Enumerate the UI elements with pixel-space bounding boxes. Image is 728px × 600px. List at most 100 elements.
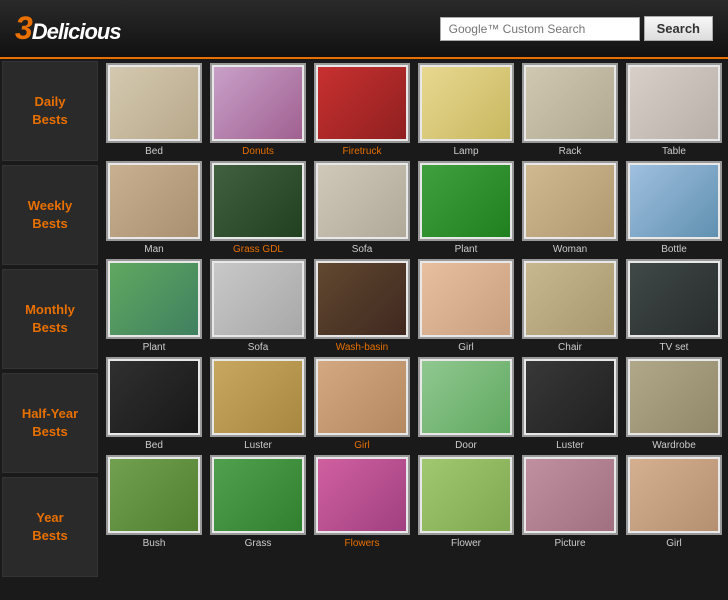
- grid-thumbnail[interactable]: [626, 161, 722, 241]
- grid-thumbnail[interactable]: [106, 63, 202, 143]
- grid-thumbnail[interactable]: [522, 357, 618, 437]
- grid-thumbnail[interactable]: [314, 455, 410, 535]
- thumbnail-image: [422, 165, 510, 237]
- grid-row-2: Plant Sofa Wash-basin Girl Chair TV set: [104, 259, 724, 353]
- list-item: Lamp: [416, 63, 516, 157]
- grid-item-label[interactable]: Plant: [143, 342, 166, 353]
- grid-item-label[interactable]: Bed: [145, 146, 163, 157]
- grid-item-label[interactable]: Door: [455, 440, 477, 451]
- grid-thumbnail[interactable]: [626, 63, 722, 143]
- sidebar-item-daily[interactable]: DailyBests: [2, 61, 98, 161]
- grid-thumbnail[interactable]: [522, 63, 618, 143]
- thumbnail-image: [214, 459, 302, 531]
- thumbnail-image: [318, 67, 406, 139]
- grid-item-label[interactable]: Table: [662, 146, 686, 157]
- grid-area: Bed Donuts Firetruck Lamp Rack Table Man Grass …: [100, 59, 728, 579]
- grid-item-label[interactable]: Donuts: [242, 146, 274, 157]
- search-input[interactable]: [440, 17, 640, 41]
- grid-thumbnail[interactable]: [210, 455, 306, 535]
- grid-thumbnail[interactable]: [418, 259, 514, 339]
- grid-item-label[interactable]: Grass: [245, 538, 272, 549]
- grid-thumbnail[interactable]: [106, 161, 202, 241]
- grid-thumbnail[interactable]: [522, 161, 618, 241]
- list-item: Girl: [416, 259, 516, 353]
- list-item: Bottle: [624, 161, 724, 255]
- grid-row-3: Bed Luster Girl Door Luster Wardrobe: [104, 357, 724, 451]
- grid-thumbnail[interactable]: [314, 161, 410, 241]
- logo[interactable]: 3Delicious: [15, 10, 121, 47]
- sidebar-label-year: YearBests: [32, 509, 67, 545]
- grid-item-label[interactable]: Plant: [455, 244, 478, 255]
- sidebar-item-halfyear[interactable]: Half-YearBests: [2, 373, 98, 473]
- grid-thumbnail[interactable]: [522, 259, 618, 339]
- grid-item-label[interactable]: Man: [144, 244, 163, 255]
- grid-item-label[interactable]: Grass GDL: [233, 244, 283, 255]
- grid-item-label[interactable]: Girl: [354, 440, 370, 451]
- grid-thumbnail[interactable]: [106, 455, 202, 535]
- sidebar-item-monthly[interactable]: MonthlyBests: [2, 269, 98, 369]
- grid-item-label[interactable]: TV set: [660, 342, 689, 353]
- sidebar-item-year[interactable]: YearBests: [2, 477, 98, 577]
- grid-thumbnail[interactable]: [626, 259, 722, 339]
- grid-item-label[interactable]: Sofa: [352, 244, 373, 255]
- grid-thumbnail[interactable]: [418, 357, 514, 437]
- list-item: Grass: [208, 455, 308, 549]
- search-button[interactable]: Search: [644, 16, 713, 41]
- grid-item-label[interactable]: Sofa: [248, 342, 269, 353]
- grid-item-label[interactable]: Girl: [666, 538, 682, 549]
- thumbnail-image: [526, 459, 614, 531]
- grid-thumbnail[interactable]: [314, 63, 410, 143]
- grid-item-label[interactable]: Luster: [556, 440, 584, 451]
- grid-item-label[interactable]: Bed: [145, 440, 163, 451]
- header: 3Delicious Search: [0, 0, 728, 59]
- sidebar-item-weekly[interactable]: WeeklyBests: [2, 165, 98, 265]
- list-item: Bed: [104, 357, 204, 451]
- grid-item-label[interactable]: Firetruck: [343, 146, 382, 157]
- grid-thumbnail[interactable]: [210, 63, 306, 143]
- grid-thumbnail[interactable]: [210, 259, 306, 339]
- grid-item-label[interactable]: Flowers: [344, 538, 379, 549]
- thumbnail-image: [526, 361, 614, 433]
- grid-thumbnail[interactable]: [418, 455, 514, 535]
- grid-item-label[interactable]: Luster: [244, 440, 272, 451]
- grid-thumbnail[interactable]: [314, 259, 410, 339]
- list-item: Flowers: [312, 455, 412, 549]
- grid-thumbnail[interactable]: [418, 63, 514, 143]
- main-content: DailyBests WeeklyBests MonthlyBests Half…: [0, 59, 728, 579]
- grid-thumbnail[interactable]: [314, 357, 410, 437]
- grid-item-label[interactable]: Wardrobe: [652, 440, 696, 451]
- list-item: Firetruck: [312, 63, 412, 157]
- thumbnail-image: [422, 459, 510, 531]
- thumbnail-image: [422, 67, 510, 139]
- grid-item-label[interactable]: Bush: [143, 538, 166, 549]
- grid-thumbnail[interactable]: [210, 161, 306, 241]
- list-item: Man: [104, 161, 204, 255]
- thumbnail-image: [422, 361, 510, 433]
- thumbnail-image: [630, 263, 718, 335]
- grid-item-label[interactable]: Flower: [451, 538, 481, 549]
- grid-item-label[interactable]: Picture: [554, 538, 585, 549]
- list-item: Girl: [624, 455, 724, 549]
- grid-item-label[interactable]: Lamp: [453, 146, 478, 157]
- grid-item-label[interactable]: Wash-basin: [336, 342, 388, 353]
- grid-thumbnail[interactable]: [626, 357, 722, 437]
- list-item: Flower: [416, 455, 516, 549]
- grid-thumbnail[interactable]: [626, 455, 722, 535]
- grid-item-label[interactable]: Girl: [458, 342, 474, 353]
- grid-item-label[interactable]: Woman: [553, 244, 587, 255]
- list-item: Girl: [312, 357, 412, 451]
- grid-item-label[interactable]: Bottle: [661, 244, 687, 255]
- grid-thumbnail[interactable]: [106, 357, 202, 437]
- grid-thumbnail[interactable]: [106, 259, 202, 339]
- grid-item-label[interactable]: Chair: [558, 342, 582, 353]
- list-item: TV set: [624, 259, 724, 353]
- grid-thumbnail[interactable]: [210, 357, 306, 437]
- grid-thumbnail[interactable]: [522, 455, 618, 535]
- grid-item-label[interactable]: Rack: [559, 146, 582, 157]
- list-item: Plant: [104, 259, 204, 353]
- list-item: Wardrobe: [624, 357, 724, 451]
- list-item: Picture: [520, 455, 620, 549]
- list-item: Donuts: [208, 63, 308, 157]
- grid-thumbnail[interactable]: [418, 161, 514, 241]
- thumbnail-image: [630, 165, 718, 237]
